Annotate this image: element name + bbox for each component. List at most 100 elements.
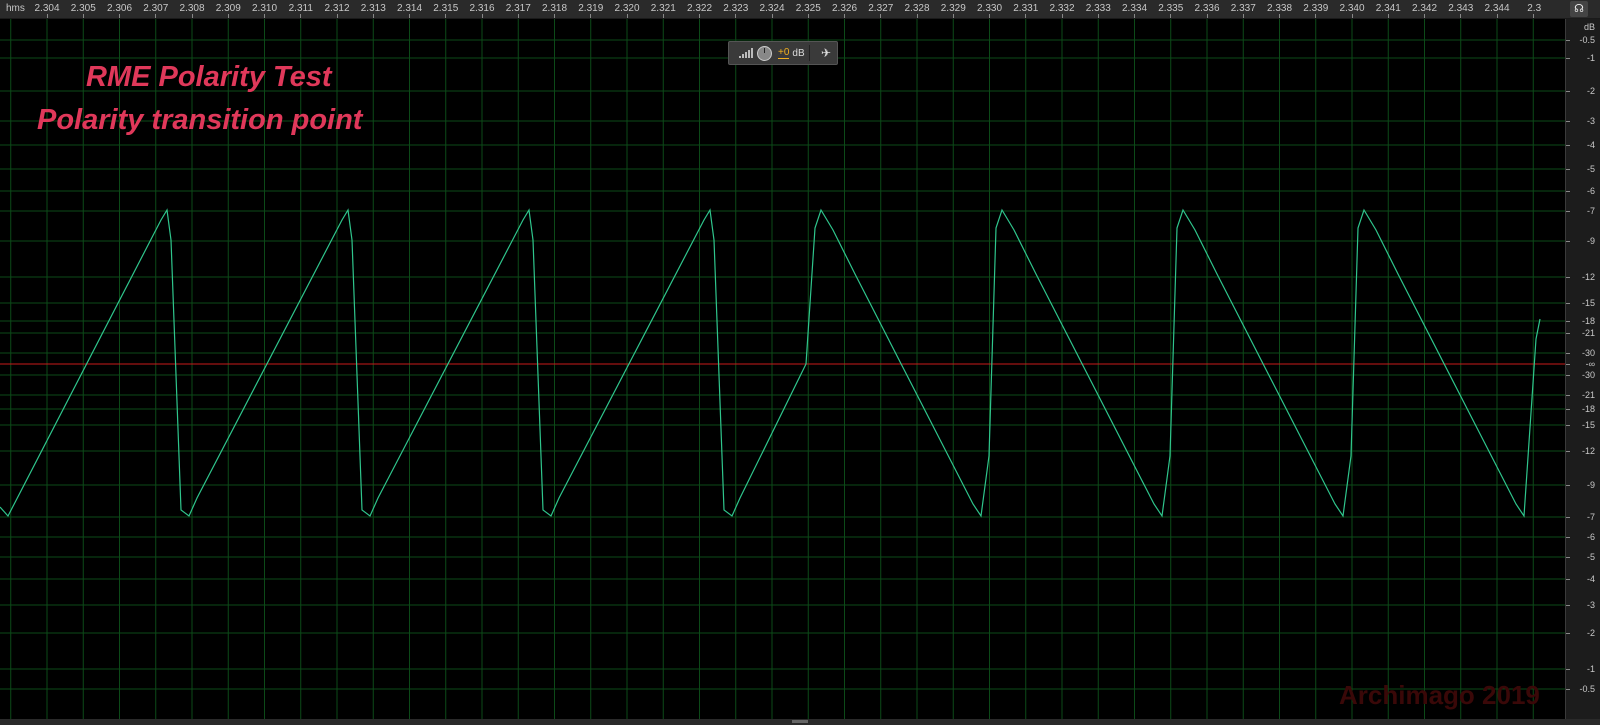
db-label: -21 [1581,328,1595,338]
db-tick [1566,303,1570,304]
ruler-label: 2.336 [1194,3,1220,14]
db-tick [1566,425,1570,426]
db-label: -7 [1586,512,1595,522]
ruler-label: 2.314 [396,3,423,14]
ruler-label: 2.326 [831,3,858,14]
db-label: -2 [1586,86,1595,96]
db-unit-label: dB [1583,22,1595,32]
db-tick [1566,364,1570,365]
scrollbar-grip[interactable] [792,720,808,723]
time-ruler[interactable]: hms 2.304 2.305 2.306 2.307 2.308 2.309 2.310 2… [0,0,1600,19]
ruler-label: 2.307 [143,3,169,14]
db-tick [1566,121,1570,122]
ruler-tick [989,14,990,18]
ruler-tick [771,14,773,18]
db-tick [1566,40,1570,41]
overlay-title-line2: Polarity transition point [37,104,363,136]
ruler-tick [1134,14,1135,18]
ruler-tick [1532,14,1534,18]
ruler-tick [481,14,483,18]
ruler-tick [880,14,882,18]
db-label: -9 [1586,480,1595,490]
ruler-label: 2.340 [1339,3,1365,14]
db-tick [1566,91,1570,92]
db-label: -0.5 [1579,684,1595,694]
db-label: -5 [1586,164,1595,174]
ruler-tick [1279,14,1280,18]
ruler-tick [119,14,120,18]
ruler-label: 2.328 [904,3,930,14]
db-tick [1566,517,1570,518]
ruler-label: 2.327 [868,3,894,14]
ruler-label: 2.338 [1266,3,1293,14]
ruler-label: 2.318 [541,3,568,14]
ruler-label: 2.3 [1527,3,1542,14]
db-tick [1566,557,1570,558]
ruler-tick [82,14,84,18]
db-tick [1566,145,1570,146]
headphone-icon[interactable]: ☊ [1570,1,1588,17]
ruler-label: 2.305 [70,3,96,14]
ruler-label: 2.319 [578,3,604,14]
ruler-label: 2.329 [940,3,966,14]
ruler-label: 2.344 [1484,3,1510,14]
ruler-label: 2.313 [360,3,386,14]
db-label: -30 [1581,348,1595,358]
ruler-label: 2.332 [1049,3,1075,14]
db-tick [1566,321,1570,322]
db-tick [1566,58,1570,59]
ruler-label: 2.311 [288,3,313,14]
horizontal-scrollbar[interactable] [0,719,1600,725]
db-tick [1566,689,1570,690]
pin-icon[interactable]: ✈ [821,46,831,60]
ruler-label: 2.309 [215,3,241,14]
waveform-trace [0,208,1541,518]
ruler-tick [264,14,265,18]
db-label: -30 [1581,370,1595,380]
ruler-label: 2.321 [650,3,676,14]
ruler-tick [372,14,374,18]
ruler-label: 2.330 [976,3,1003,14]
db-tick [1566,241,1570,242]
ruler-tick [1242,14,1244,18]
ruler-label: 2.322 [686,3,713,14]
waveform-hud[interactable]: +0 dB ✈ [728,41,838,65]
ruler-tick [590,14,592,18]
ruler-tick [735,14,737,18]
db-tick [1566,579,1570,580]
ruler-tick [1351,14,1353,18]
ruler-tick [409,14,410,18]
ruler-tick [46,14,48,18]
db-label: -3 [1586,600,1595,610]
db-label: -9 [1586,236,1595,246]
hud-divider [808,45,810,61]
ruler-tick [1170,14,1172,18]
signal-bars-icon[interactable] [739,48,753,58]
db-label: -2 [1586,628,1595,638]
ruler-label: 2.337 [1230,3,1256,14]
db-label: -4 [1586,574,1595,584]
db-label: -3 [1586,116,1595,126]
db-label: -18 [1581,316,1595,326]
ruler-label: 2.335 [1158,3,1184,14]
db-tick [1566,395,1570,396]
ruler-tick [1460,14,1462,18]
volume-knob-icon[interactable] [757,45,772,61]
ruler-label: 2.323 [723,3,749,14]
gain-value[interactable]: +0 [778,47,790,59]
db-tick [1566,353,1570,354]
ruler-tick [916,14,918,18]
db-tick [1566,451,1570,452]
db-label: -12 [1581,446,1595,456]
ruler-tick [1061,14,1063,18]
db-scale: dB -0.5 -1 -2 -3 -4 -5 -6 -7 -9 -12 -15 -18 -21 -30 -∞… [1565,19,1600,719]
db-tick [1566,633,1570,634]
db-label: -18 [1581,404,1595,414]
ruler-label: 2.324 [759,3,785,14]
ruler-label: 2.339 [1303,3,1329,14]
db-tick [1566,409,1570,410]
ruler-tick [807,14,809,18]
db-label: -5 [1586,552,1595,562]
ruler-tick [1387,14,1389,18]
ruler-tick [554,14,555,18]
